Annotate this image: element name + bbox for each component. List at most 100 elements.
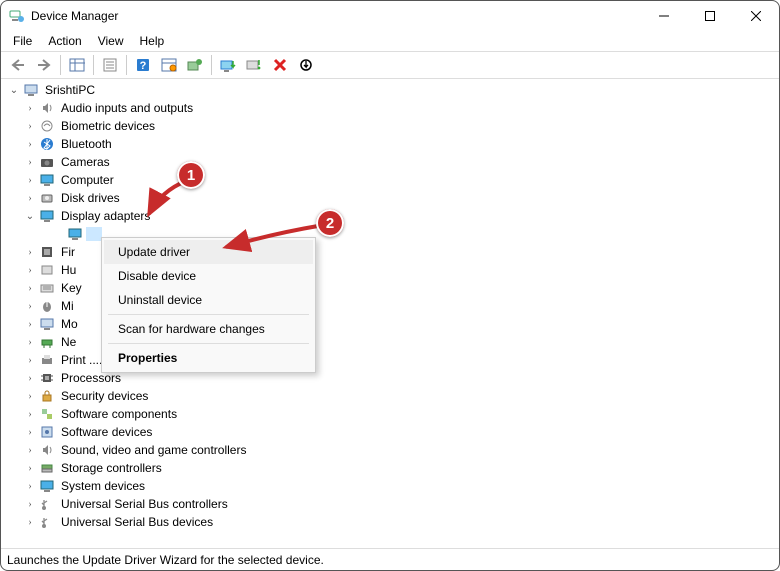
expand-icon[interactable]: › [23,353,37,367]
tree-item-label: Biometric devices [58,119,158,133]
expand-icon[interactable]: › [23,101,37,115]
minimize-button[interactable] [641,1,687,31]
expand-icon[interactable]: › [23,407,37,421]
component-icon [39,406,55,422]
tree-item-audio[interactable]: ›Audio inputs and outputs [5,99,779,117]
expand-icon[interactable]: › [23,263,37,277]
expand-icon[interactable]: › [23,389,37,403]
tree-root-label: SrishtiPC [42,83,98,97]
tree-item-bluetooth[interactable]: ›Bluetooth [5,135,779,153]
network-icon [39,334,55,350]
hid-icon [39,262,55,278]
scan-hardware-button[interactable] [157,53,181,77]
tree-item-label: Fir [58,245,78,259]
tree-item-sw-devices[interactable]: › Software devices [5,423,779,441]
expand-icon[interactable]: › [23,371,37,385]
expand-icon[interactable]: › [23,173,37,187]
maximize-button[interactable] [687,1,733,31]
tree-item-system[interactable]: ›System devices [5,477,779,495]
power-cycle-button[interactable] [294,53,318,77]
expand-icon[interactable]: › [23,335,37,349]
tree-item-label: Computer [58,173,117,187]
tree-item-label: Universal Serial Bus devices [58,515,216,529]
show-hide-tree-button[interactable] [65,53,89,77]
tree-item-security[interactable]: › Security devices [5,387,779,405]
add-legacy-button[interactable] [183,53,207,77]
display-device-icon [67,226,83,242]
ctx-scan-hardware[interactable]: Scan for hardware changes [104,317,313,341]
tree-item-sound[interactable]: › Sound, video and game controllers [5,441,779,459]
menu-file[interactable]: File [5,32,40,50]
back-button[interactable] [6,53,30,77]
expand-icon[interactable]: › [23,119,37,133]
audio-icon [39,100,55,116]
tree-item-usb-controllers[interactable]: ›Universal Serial Bus controllers [5,495,779,513]
tree-item-usb-devices[interactable]: › Universal Serial Bus devices [5,513,779,531]
ctx-disable-device[interactable]: Disable device [104,264,313,288]
tree-item-biometric[interactable]: › Biometric devices [5,117,779,135]
expand-icon[interactable]: › [23,497,37,511]
app-icon [9,8,25,24]
tree-item-label: Cameras [58,155,113,169]
tree-root[interactable]: ⌄ SrishtiPC [5,81,779,99]
monitor-icon [39,316,55,332]
computer-icon [23,82,39,98]
ctx-update-driver[interactable]: Update driver [104,240,313,264]
expand-icon[interactable]: › [23,191,37,205]
toolbar-separator [93,55,94,75]
tree-item-storage[interactable]: ›Storage controllers [5,459,779,477]
tree-item-disk[interactable]: ›Disk drives [5,189,779,207]
tree-item-label: Software devices [58,425,155,439]
disk-icon [39,190,55,206]
annotation-badge-2: 2 [316,209,344,237]
properties-button[interactable] [98,53,122,77]
svg-text:?: ? [140,60,147,72]
expand-icon[interactable]: › [23,515,37,529]
status-bar: Launches the Update Driver Wizard for th… [1,548,779,570]
collapse-icon[interactable]: ⌄ [23,209,37,223]
tree-item-label: Sound, video and game controllers [58,443,249,457]
tree-item-display-adapters[interactable]: ⌄Display adapters [5,207,779,225]
expand-icon[interactable]: › [23,425,37,439]
toolbar: ? [1,51,779,79]
expand-icon[interactable]: › [23,461,37,475]
menu-action[interactable]: Action [40,32,89,50]
mouse-icon [39,298,55,314]
software-icon [39,424,55,440]
system-icon [39,478,55,494]
toolbar-separator [60,55,61,75]
expand-icon[interactable]: › [23,137,37,151]
tree-item-label: Software components [58,407,180,421]
expand-icon[interactable]: › [23,245,37,259]
forward-button[interactable] [32,53,56,77]
menu-view[interactable]: View [90,32,132,50]
tree-item-label: Security devices [58,389,151,403]
tree-item-label: Processors [58,371,124,385]
expand-icon[interactable]: › [23,479,37,493]
expand-icon[interactable]: › [23,443,37,457]
printer-icon [39,352,55,368]
tree-item-sw-components[interactable]: › Software components [5,405,779,423]
help-button[interactable]: ? [131,53,155,77]
tree-item-computer[interactable]: › Computer [5,171,779,189]
tree-item-cameras[interactable]: › Cameras [5,153,779,171]
spacer [51,227,65,241]
close-button[interactable] [733,1,779,31]
expand-icon[interactable]: › [23,299,37,313]
expand-icon[interactable]: ⌄ [7,83,21,97]
tree-item-label [86,227,102,241]
tree-item-label: Ne [58,335,79,349]
expand-icon[interactable]: › [23,281,37,295]
ctx-properties[interactable]: Properties [104,346,313,370]
usb-icon [39,514,55,530]
expand-icon[interactable]: › [23,317,37,331]
update-driver-button[interactable] [216,53,240,77]
disable-device-button[interactable] [242,53,266,77]
menu-bar: File Action View Help [1,31,779,51]
tree-item-label: Key [58,281,85,295]
ctx-uninstall-device[interactable]: Uninstall device [104,288,313,312]
expand-icon[interactable]: › [23,155,37,169]
menu-help[interactable]: Help [132,32,173,50]
ctx-separator [108,343,309,344]
uninstall-device-button[interactable] [268,53,292,77]
